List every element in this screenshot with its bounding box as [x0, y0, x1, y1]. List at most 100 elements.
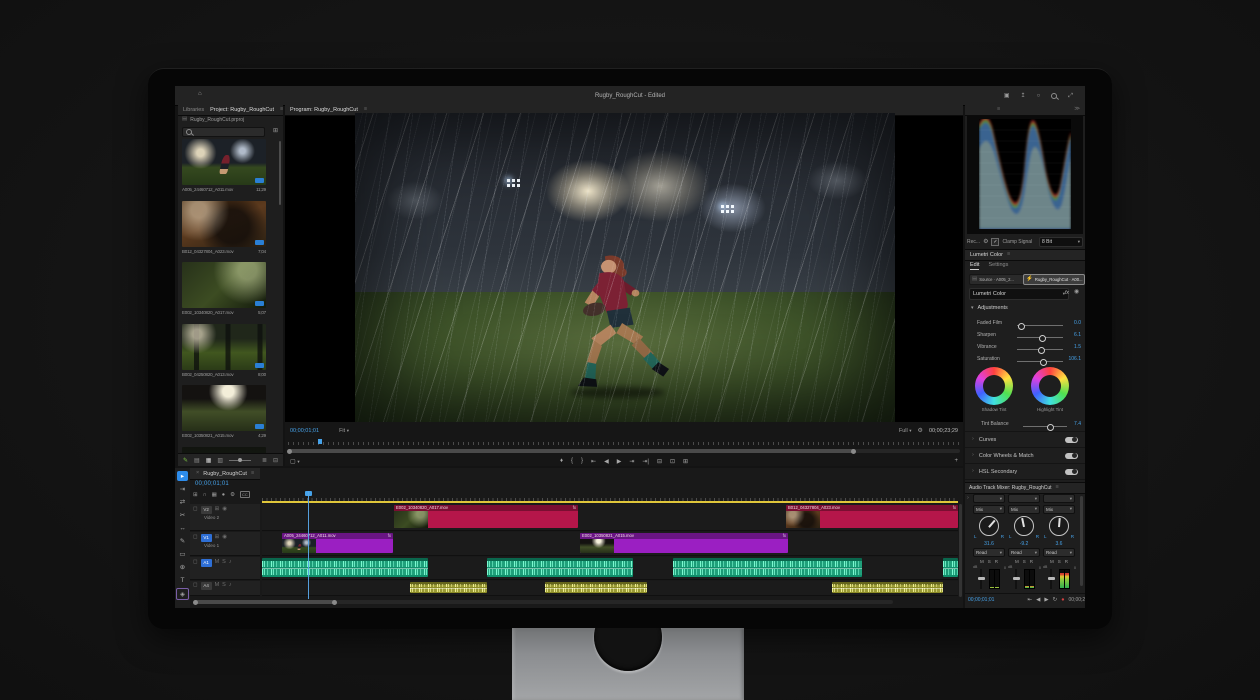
zoom-level-select[interactable]: Fit ▾ — [339, 428, 349, 434]
loop-icon[interactable]: ↻ — [1053, 597, 1058, 603]
program-scroll-handle[interactable] — [288, 449, 855, 453]
captions-icon[interactable]: CC — [240, 491, 250, 498]
track-target-badge[interactable]: V1 — [201, 534, 212, 542]
clip-thumbnail[interactable] — [182, 385, 266, 431]
audio-clip[interactable] — [487, 558, 633, 577]
ripple-edit-tool[interactable]: ⇄ — [177, 497, 188, 507]
solo-button[interactable]: S — [1023, 559, 1026, 565]
mute-button[interactable]: M — [980, 559, 984, 565]
toggle-track-output-icon[interactable]: ◉ — [222, 535, 227, 541]
automation-mode-select[interactable]: Read▾ — [973, 548, 1005, 557]
fullscreen-icon[interactable]: ⤢ — [1068, 93, 1073, 99]
panel-menu-icon[interactable]: ≡ — [280, 107, 283, 113]
pan-knob[interactable] — [979, 516, 999, 536]
scope-settings-wrench-icon[interactable]: ⚙ — [983, 239, 988, 245]
new-bin-icon[interactable]: ⊞ — [273, 127, 278, 134]
go-to-out-icon[interactable]: ⇥| — [642, 458, 649, 465]
source-clip-button[interactable]: ▤Source · A005_2... — [969, 274, 1025, 285]
tint-balance-knob[interactable] — [1047, 424, 1054, 431]
nest-icon[interactable]: ⊞ — [193, 492, 198, 498]
fader-handle[interactable] — [1048, 577, 1055, 580]
panel-menu-icon[interactable]: ≡ — [251, 471, 254, 477]
sync-lock-icon[interactable]: ⊞ — [215, 535, 220, 541]
audio-clip[interactable] — [545, 582, 647, 593]
pan-knob[interactable] — [1014, 516, 1034, 536]
timeline-vscrollbar[interactable] — [959, 504, 962, 597]
track-v2-header[interactable]: ◻V2⊞◉ Video 2 — [190, 504, 260, 531]
record-arm-button[interactable]: R — [1065, 559, 1068, 565]
video-clip[interactable]: A005_24460712_A011.mov fx — [282, 533, 393, 553]
panel-menu-icon[interactable]: ≡ — [1007, 252, 1010, 258]
color-wheel[interactable] — [975, 367, 1013, 405]
track-target-badge[interactable]: A1 — [201, 559, 212, 567]
chevron-right-icon[interactable]: › — [972, 469, 974, 475]
mute-button[interactable]: M — [1050, 559, 1054, 565]
button-editor-icon[interactable]: + — [954, 458, 958, 464]
toggle-track-output-icon[interactable]: ◉ — [222, 507, 227, 513]
search-icon[interactable] — [1051, 93, 1057, 99]
tab-settings[interactable]: Settings — [988, 262, 1008, 270]
input-assign-select[interactable]: ▾ — [1008, 494, 1040, 503]
pan-value[interactable]: 3.6 — [1043, 541, 1075, 547]
timeline-hscrollbar[interactable] — [193, 600, 893, 604]
track-a4-header[interactable]: ◻A4MS♪ — [190, 581, 260, 596]
comparison-view-icon[interactable]: ▢ ▾ — [290, 458, 300, 465]
slider-value[interactable]: 0.0 — [1074, 320, 1081, 326]
progress-icon[interactable]: ○ — [1037, 93, 1041, 99]
bin-clip-item[interactable]: B012_04327804_A023.mov7;04 — [182, 201, 278, 259]
lock-icon[interactable]: ◻ — [193, 507, 198, 513]
share-icon[interactable]: ↥ — [1021, 93, 1026, 99]
tab-project[interactable]: Project: Rugby_RoughCut — [210, 107, 274, 113]
lock-icon[interactable]: ◻ — [193, 560, 198, 566]
track-v2-lane[interactable]: E002_10340820_A017.mov fx B012_04327804_… — [262, 504, 958, 531]
mute-icon[interactable]: M — [215, 560, 220, 566]
slider-value[interactable]: 106.1 — [1068, 356, 1081, 362]
snapshot-icon[interactable]: ◉ — [1074, 289, 1079, 295]
edit-icon[interactable]: ✎ — [183, 457, 188, 464]
lift-icon[interactable]: ⊟ — [657, 458, 662, 465]
input-assign-select[interactable]: ▾ — [973, 494, 1005, 503]
clip-thumbnail[interactable] — [182, 201, 266, 247]
slider-value[interactable]: 6.1 — [1074, 332, 1081, 338]
record-arm-button[interactable]: R — [1030, 559, 1033, 565]
track-a1-header[interactable]: ◻A1MS♪ — [190, 557, 260, 580]
record-icon[interactable]: ● — [1061, 597, 1064, 603]
bin-clip-item[interactable]: E002_10340820_A017.mov5;07 — [182, 262, 278, 320]
slider-knob[interactable] — [1040, 359, 1047, 366]
track-v1-lane[interactable]: A005_24460712_A011.mov fx E002_10350821_… — [262, 532, 958, 556]
list-view-icon[interactable]: ▤ — [194, 457, 200, 464]
slider-track[interactable] — [1017, 361, 1063, 362]
more-panels-icon[interactable]: ≫ — [1074, 107, 1080, 113]
playhead-line[interactable] — [308, 491, 309, 599]
object-selection-tool[interactable]: ◈ — [176, 588, 189, 600]
settings-wrench-icon[interactable]: ⚙ — [918, 428, 923, 434]
lumetri-section-row[interactable]: › Color Wheels & Match — [965, 447, 1085, 463]
playback-resolution-select[interactable]: Full ▾ — [899, 428, 912, 434]
bit-depth-select[interactable]: 8 Bit▾ — [1039, 237, 1083, 247]
bin-clip-item[interactable]: B002_04250820_A013.mov8;00 — [182, 324, 278, 382]
export-frame-icon[interactable]: ⊞ — [683, 458, 688, 465]
tab-libraries[interactable]: Libraries — [183, 107, 204, 113]
volume-fader[interactable] — [980, 569, 982, 589]
solo-button[interactable]: S — [1058, 559, 1061, 565]
mute-button[interactable]: M — [1015, 559, 1019, 565]
clip-thumbnail[interactable] — [182, 262, 266, 308]
linked-selection-icon[interactable]: ▦ — [212, 492, 217, 498]
output-assign-select[interactable]: Mix▾ — [973, 505, 1005, 514]
play-icon[interactable]: ▶ — [1044, 597, 1048, 603]
video-clip[interactable]: E002_10350821_A015.mov fx — [580, 533, 788, 553]
sync-lock-icon[interactable]: ⊞ — [215, 507, 220, 513]
solo-icon[interactable]: S — [222, 583, 226, 589]
type-tool[interactable]: T — [177, 575, 188, 585]
audio-clip[interactable] — [262, 558, 428, 577]
clip-thumbnail[interactable] — [182, 324, 266, 370]
track-target-badge[interactable]: V2 — [201, 506, 212, 514]
clamp-signal-checkbox[interactable]: ✓ — [991, 238, 999, 246]
track-a1-lane[interactable] — [262, 557, 958, 580]
thumbnail-view-icon[interactable]: ▦ — [206, 457, 212, 464]
pan-knob[interactable] — [1049, 516, 1069, 536]
tint-balance-track[interactable] — [1023, 426, 1067, 427]
chevron-right-icon[interactable]: › — [972, 453, 974, 459]
sequence-tab[interactable]: × Rugby_RoughCut ≡ — [190, 468, 260, 480]
program-scrollbar[interactable] — [288, 449, 960, 453]
